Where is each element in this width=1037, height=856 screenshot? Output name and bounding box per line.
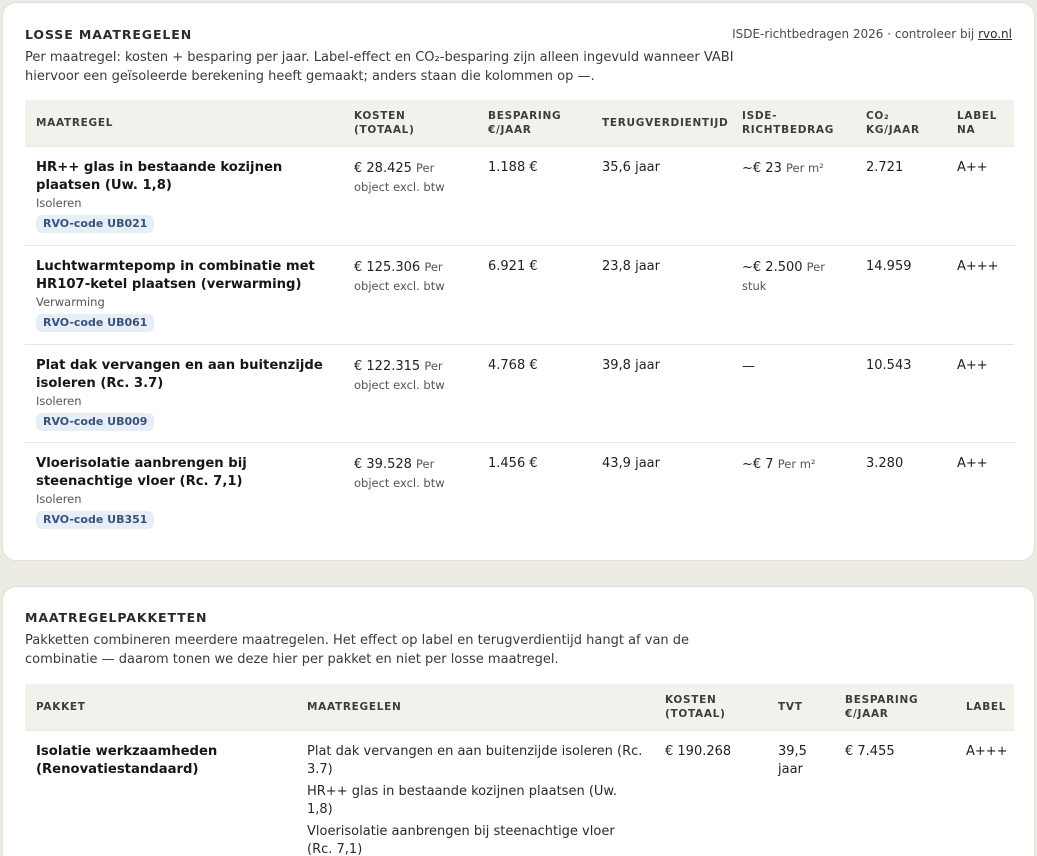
col-payback: TERUGVERDIENTIJD	[591, 100, 731, 146]
package-name: Isolatie werkzaamheden (Renovatiestandaa…	[25, 729, 296, 856]
section-description: Per maatregel: kosten + besparing per ja…	[25, 50, 734, 84]
co2-value: 14.959	[855, 244, 946, 344]
cost-value: € 122.315	[354, 358, 421, 374]
isde-unit: Per m²	[785, 160, 824, 175]
table-row: Vloerisolatie aanbrengen bij steenachtig…	[25, 441, 1014, 540]
measure-name: Plat dak vervangen en aan buitenzijde is…	[36, 357, 323, 391]
payback-value: 35,6 jaar	[591, 145, 731, 245]
cost-value: € 39.528	[354, 456, 412, 472]
col-saving: BESPARING €/JAAR	[834, 684, 955, 730]
saving-value: € 7.455	[834, 729, 955, 856]
saving-value: 6.921 €	[477, 244, 591, 344]
packages-table: PAKKET MAATREGELEN KOSTEN (TOTAAL) TVT B…	[25, 684, 1014, 856]
table-row: HR++ glas in bestaande kozijnen plaatsen…	[25, 145, 1014, 245]
col-co2: CO₂ KG/JAAR	[855, 100, 946, 146]
payback-value: 39,8 jaar	[591, 343, 731, 442]
cost-value: € 125.306	[354, 259, 421, 275]
label-value: A++	[946, 343, 1014, 442]
single-measures-card: LOSSE MAATREGELEN ISDE-richtbedragen 202…	[2, 2, 1035, 561]
payback-value: 23,8 jaar	[591, 244, 731, 344]
isde-value: ~€ 23	[742, 160, 782, 176]
measure-name: Vloerisolatie aanbrengen bij steenachtig…	[36, 455, 247, 489]
section-title: MAATREGELPAKKETTEN	[25, 610, 208, 625]
label-value: A++	[946, 441, 1014, 540]
source-text: ISDE-richtbedragen 2026 · controleer bij	[732, 27, 979, 41]
col-label: LABEL NA	[946, 100, 1014, 146]
col-saving: BESPARING €/JAAR	[477, 100, 591, 146]
rvo-code-badge: RVO-code UB351	[36, 510, 155, 529]
list-item: Vloerisolatie aanbrengen bij steenachtig…	[307, 823, 615, 856]
isde-unit: Per m²	[777, 456, 816, 471]
table-header: PAKKET MAATREGELEN KOSTEN (TOTAAL) TVT B…	[25, 684, 1014, 730]
measure-category: Verwarming	[36, 294, 105, 309]
measures-table: MAATREGEL KOSTEN (TOTAAL) BESPARING €/JA…	[25, 100, 1014, 540]
label-value: A+++	[955, 729, 1014, 856]
saving-value: 1.188 €	[477, 145, 591, 245]
measure-category: Isoleren	[36, 491, 82, 506]
tvt-value: 39,5 jaar	[767, 729, 834, 856]
cost-value: € 28.425	[354, 160, 412, 176]
label-value: A+++	[946, 244, 1014, 344]
cost-value: € 190.268	[654, 729, 767, 856]
co2-value: 2.721	[855, 145, 946, 245]
col-measure: MAATREGEL	[25, 100, 343, 146]
col-tvt: TVT	[767, 684, 834, 730]
measure-category: Isoleren	[36, 393, 82, 408]
rvo-code-badge: RVO-code UB061	[36, 313, 155, 332]
source-note: ISDE-richtbedragen 2026 · controleer bij…	[732, 27, 1012, 41]
table-row: Isolatie werkzaamheden (Renovatiestandaa…	[25, 729, 1014, 856]
co2-value: 10.543	[855, 343, 946, 442]
rvo-code-badge: RVO-code UB009	[36, 412, 155, 431]
col-measures: MAATREGELEN	[296, 684, 654, 730]
section-description: Pakketten combineren meerdere maatregele…	[25, 633, 690, 667]
rvo-link[interactable]: rvo.nl	[978, 27, 1012, 41]
table-header: MAATREGEL KOSTEN (TOTAAL) BESPARING €/JA…	[25, 100, 1014, 146]
rvo-code-badge: RVO-code UB021	[36, 214, 155, 233]
saving-value: 1.456 €	[477, 441, 591, 540]
isde-value: ~€ 7	[742, 456, 774, 472]
saving-value: 4.768 €	[477, 343, 591, 442]
package-measures: Plat dak vervangen en aan buitenzijde is…	[296, 729, 654, 856]
label-value: A++	[946, 145, 1014, 245]
measure-name: HR++ glas in bestaande kozijnen plaatsen…	[36, 159, 283, 193]
table-row: Luchtwarmtepomp in combinatie met HR107-…	[25, 244, 1014, 344]
section-title: LOSSE MAATREGELEN	[25, 27, 193, 42]
package-name-text: Isolatie werkzaamheden (Renovatiestandaa…	[36, 743, 218, 777]
co2-value: 3.280	[855, 441, 946, 540]
isde-value: ~€ 2.500	[742, 259, 803, 275]
list-item: HR++ glas in bestaande kozijnen plaatsen…	[307, 783, 617, 817]
col-label: LABEL	[955, 684, 1014, 730]
list-item: Plat dak vervangen en aan buitenzijde is…	[307, 743, 643, 777]
col-cost: KOSTEN (TOTAAL)	[343, 100, 477, 146]
measure-name: Luchtwarmtepomp in combinatie met HR107-…	[36, 258, 315, 292]
payback-value: 43,9 jaar	[591, 441, 731, 540]
measure-category: Isoleren	[36, 195, 82, 210]
isde-value: —	[742, 358, 755, 374]
table-row: Plat dak vervangen en aan buitenzijde is…	[25, 343, 1014, 442]
col-isde: ISDE-RICHTBEDRAG	[731, 100, 855, 146]
col-package: PAKKET	[25, 684, 296, 730]
packages-card: MAATREGELPAKKETTEN Pakketten combineren …	[2, 586, 1035, 856]
col-cost: KOSTEN (TOTAAL)	[654, 684, 767, 730]
